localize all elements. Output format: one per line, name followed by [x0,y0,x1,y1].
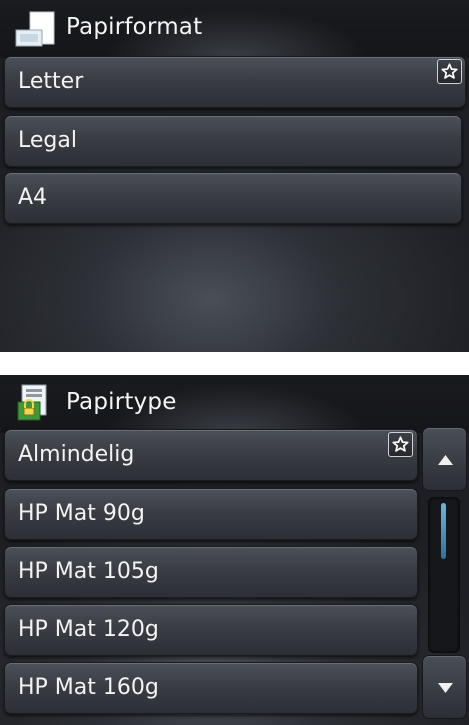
list-item-label: A4 [18,185,48,210]
paper-type-screen: Papirtype Almindelig HP Mat 90g HP Mat 1… [0,375,469,725]
list-item-a4[interactable]: A4 [4,172,462,224]
list-item-letter[interactable]: Letter [4,56,466,108]
scroll-track[interactable] [428,497,460,653]
favorite-button[interactable] [437,59,462,84]
paper-size-screen: Papirformat Letter Legal A4 [0,0,469,352]
list-item-label: HP Mat 90g [18,501,145,526]
header: Papirformat [0,0,469,58]
star-icon [392,436,409,452]
star-icon [441,63,458,79]
list-item-label: Legal [18,128,77,153]
list-item-almindelig[interactable]: Almindelig [4,429,418,481]
scroll-thumb[interactable] [441,503,446,559]
header: Papirtype [0,375,469,433]
list-item-hp-mat-160g[interactable]: HP Mat 160g [4,662,418,714]
list-item-hp-mat-105g[interactable]: HP Mat 105g [4,546,418,598]
list-item-legal[interactable]: Legal [4,115,462,167]
list-item-label: HP Mat 160g [18,675,159,700]
list-item-label: Almindelig [18,442,135,467]
paper-size-icon [14,10,56,52]
favorite-button[interactable] [388,432,413,457]
page-title: Papirtype [66,389,177,415]
arrow-up-icon [438,455,453,465]
arrow-down-icon [438,683,453,693]
paper-type-icon [16,384,50,428]
page-title: Papirformat [66,14,203,40]
list-item-hp-mat-90g[interactable]: HP Mat 90g [4,488,418,540]
list-item-label: HP Mat 120g [18,617,159,642]
list-item-label: HP Mat 105g [18,559,159,584]
scrollbar[interactable] [422,427,467,723]
list-item-label: Letter [18,69,84,94]
list-item-hp-mat-120g[interactable]: HP Mat 120g [4,604,418,656]
scroll-down-button[interactable] [422,655,467,719]
scroll-up-button[interactable] [422,427,467,491]
